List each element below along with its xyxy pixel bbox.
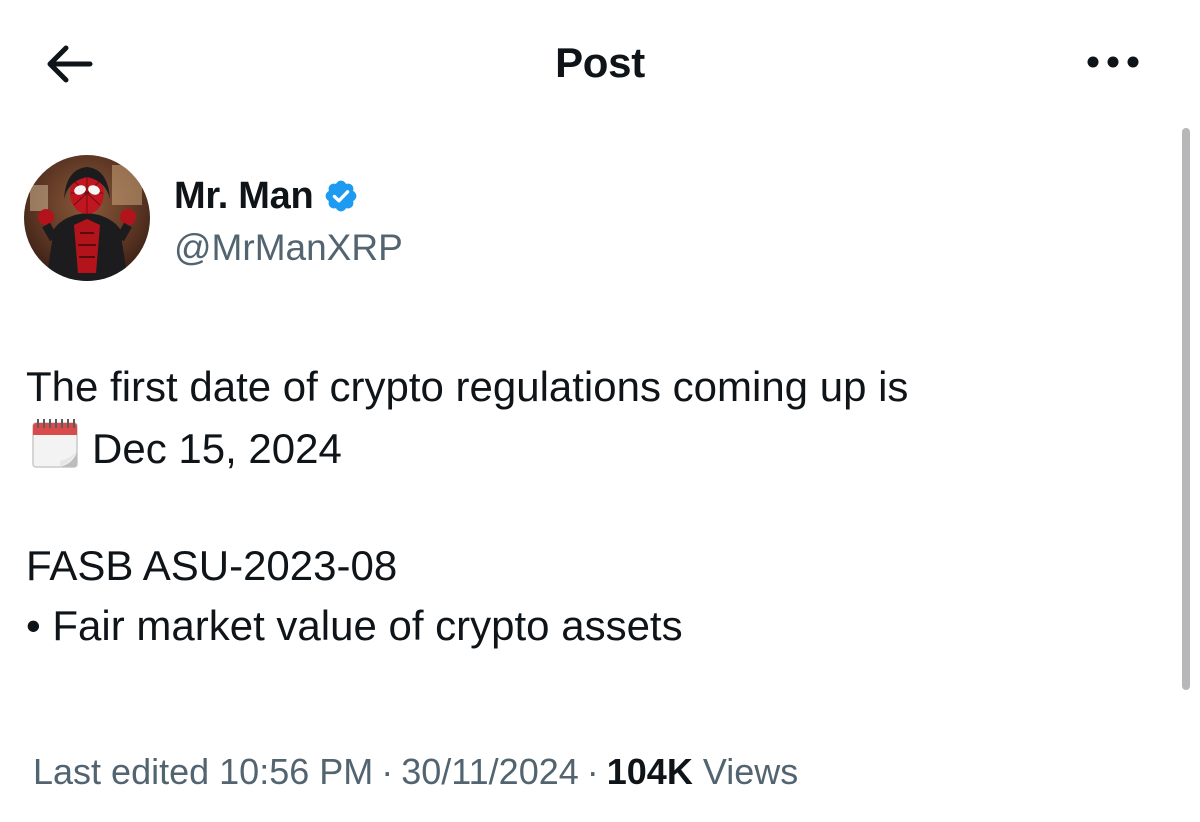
meta-separator: · [586,751,599,792]
avatar-spiderman-photo [24,155,150,281]
avatar[interactable] [24,155,150,281]
post-line-4: • Fair market value of crypto assets [26,602,683,649]
more-horizontal-icon [1087,56,1139,68]
views-count: 104K [606,751,693,792]
page-title: Post [555,39,645,86]
post-metadata: Last edited 10:56 PM · 30/11/2024 · 104K Vie… [33,750,798,794]
edited-label: Last edited [33,751,210,792]
more-options-button[interactable] [1078,40,1148,84]
user-handle[interactable]: @MrManXRP [174,225,403,271]
top-bar: Post [0,0,1200,125]
post-line-1: The first date of crypto regulations com… [26,363,909,410]
post-line-2: Dec 15, 2024 [26,417,1156,477]
arrow-left-icon [47,45,93,83]
edit-history-link[interactable]: Last edited 10:56 PM [33,751,373,792]
views-label: Views [702,751,799,792]
scrollbar[interactable] [1182,128,1190,690]
verified-badge-icon[interactable] [323,178,359,214]
back-button[interactable] [36,36,100,92]
author-block: Mr. Man @MrManXRP [24,155,724,285]
post-line-3: FASB ASU-2023-08 [26,542,398,589]
meta-separator: · [381,751,394,792]
spiral-calendar-icon [30,417,82,471]
post-date-text: Dec 15, 2024 [92,425,342,472]
post-time: 10:56 PM [219,751,374,792]
post-text: The first date of crypto regulations com… [26,357,1156,656]
views-link[interactable]: 104K Views [607,751,798,792]
post-date[interactable]: 30/11/2024 [401,751,579,792]
display-name: Mr. Man [174,175,314,217]
display-name-row[interactable]: Mr. Man [174,173,359,219]
